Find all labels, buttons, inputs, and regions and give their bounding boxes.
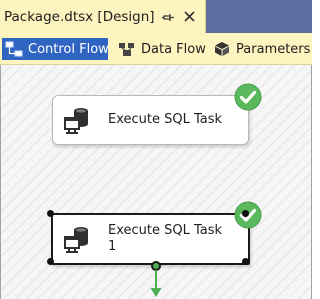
document-tab[interactable]: Package.dtsx [Design]	[0, 0, 206, 33]
task-label-line1: Execute SQL Task	[108, 112, 223, 127]
tab-parameters-label: Parameters	[236, 41, 311, 57]
resize-handle-top-right[interactable]	[242, 210, 249, 217]
resize-handle-bottom-left[interactable]	[47, 258, 54, 265]
precedence-constraint-arrow[interactable]	[148, 261, 164, 299]
data-flow-icon	[119, 43, 134, 56]
execute-sql-task-icon	[64, 108, 88, 134]
execute-sql-task-1[interactable]: Execute SQL Task 1	[51, 213, 250, 265]
resize-handle-bottom-right[interactable]	[242, 258, 249, 265]
document-tab-strip: Package.dtsx [Design]	[0, 0, 312, 33]
control-flow-icon	[5, 41, 23, 57]
document-tab-title: Package.dtsx [Design]	[4, 9, 155, 25]
close-icon[interactable]	[184, 11, 195, 22]
task-label-line2: 1	[108, 239, 117, 254]
tab-parameters[interactable]: Parameters	[213, 38, 310, 60]
pin-icon[interactable]	[162, 11, 174, 23]
tab-data-flow[interactable]: Data Flow	[118, 38, 206, 60]
tab-control-flow-label: Control Flow	[28, 41, 109, 57]
success-check-icon	[234, 83, 262, 111]
tab-data-flow-label: Data Flow	[141, 41, 206, 57]
execute-sql-task-icon	[64, 227, 88, 253]
task-label: Execute SQL Task 1	[108, 223, 222, 255]
execute-sql-task[interactable]: Execute SQL Task	[52, 95, 249, 145]
designer-tabs: Control Flow Data Flow Parameters	[0, 33, 312, 65]
parameters-icon	[215, 42, 229, 56]
task-label: Execute SQL Task	[108, 112, 222, 128]
control-flow-canvas[interactable]: Execute SQL Task Execute SQL Task 1	[0, 65, 312, 299]
resize-handle-top-left[interactable]	[47, 210, 54, 217]
task-label-line1: Execute SQL Task	[108, 223, 223, 238]
tab-control-flow[interactable]: Control Flow	[2, 38, 109, 60]
